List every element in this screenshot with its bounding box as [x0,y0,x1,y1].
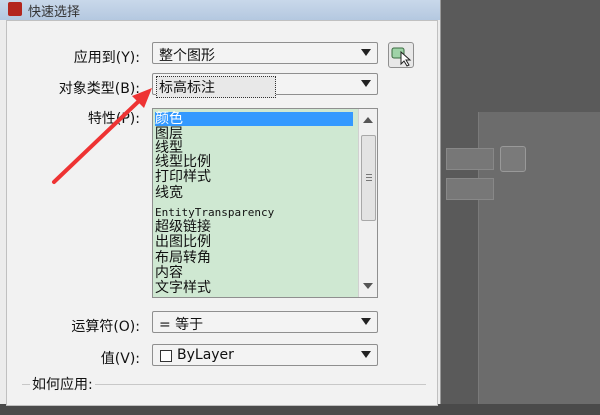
screenshot: 快速选择 应用到(Y): 整个图形 对象类型(B): 标高标注 特性(P): 颜… [0,0,600,406]
annotation-arrow-icon [52,88,152,184]
